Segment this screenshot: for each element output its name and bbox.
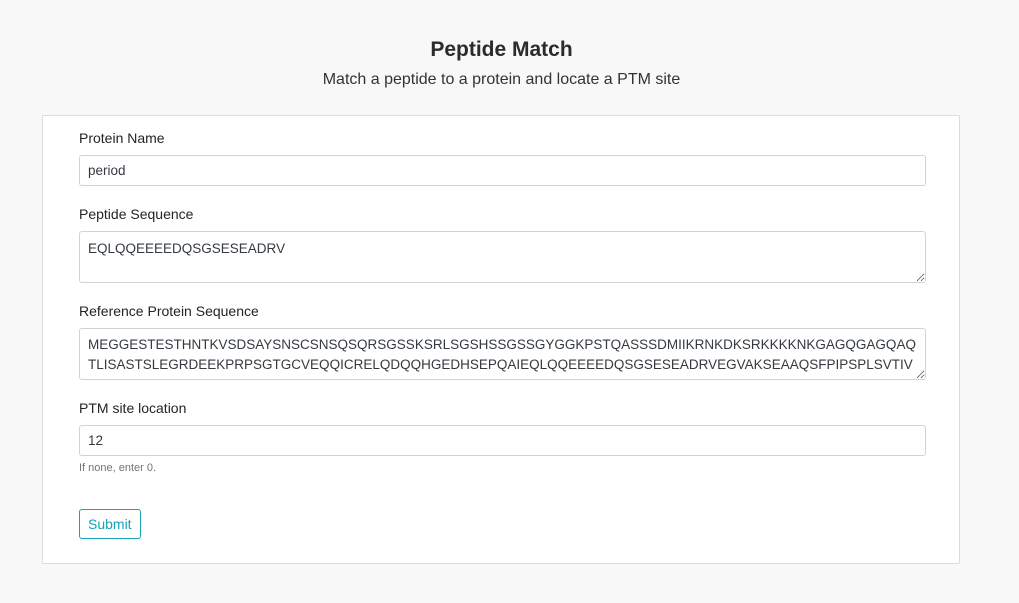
peptide-sequence-textarea[interactable]: EQLQQEEEEDQSGSESEADRV xyxy=(79,231,926,283)
protein-name-label: Protein Name xyxy=(79,130,165,146)
ptm-site-input[interactable] xyxy=(79,425,926,456)
reference-sequence-textarea[interactable]: MEGGESTESTHNTKVSDSAYSNSCSNSQSQRSGSSKSRLS… xyxy=(79,328,926,380)
peptide-sequence-label: Peptide Sequence xyxy=(79,206,194,222)
page-title: Peptide Match xyxy=(430,38,573,61)
ptm-site-label: PTM site location xyxy=(79,400,187,416)
protein-name-input[interactable] xyxy=(79,155,926,186)
reference-sequence-label: Reference Protein Sequence xyxy=(79,303,259,319)
peptide-match-form: Protein Name Peptide Sequence EQLQQEEEED… xyxy=(42,115,960,564)
page-subtitle: Match a peptide to a protein and locate … xyxy=(322,71,681,88)
page-header: Peptide Match Match a peptide to a prote… xyxy=(0,36,1003,91)
submit-button[interactable]: Submit xyxy=(79,509,141,539)
ptm-site-help-text: If none, enter 0. xyxy=(79,462,157,474)
